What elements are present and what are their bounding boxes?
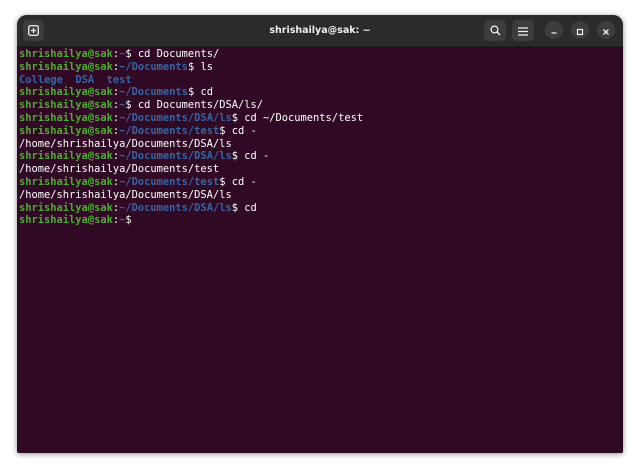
- close-icon: [602, 21, 610, 40]
- prompt-line: shrishailya@sak:~/Documents/DSA/ls$ cd: [19, 202, 621, 215]
- command-text: ls: [200, 60, 213, 73]
- command-text: cd Documents/: [137, 48, 220, 60]
- minimize-button[interactable]: [545, 21, 563, 39]
- prompt-user: shrishailya@sak: [19, 214, 113, 227]
- prompt-path: ~/Documents/DSA/ls: [119, 111, 232, 124]
- prompt-path: ~/Documents: [119, 86, 188, 99]
- command-text: cd: [244, 201, 257, 214]
- prompt-symbol: $: [231, 201, 245, 214]
- prompt-path: ~/Documents/test: [119, 124, 220, 137]
- title-bar: shrishailya@sak: ~: [17, 15, 623, 47]
- prompt-symbol: $: [125, 48, 138, 60]
- prompt-line: shrishailya@sak:~$ cd Documents/: [19, 48, 621, 61]
- output-line: /home/shrishailya/Documents/DSA/ls: [19, 188, 232, 201]
- prompt-line: shrishailya@sak:~/Documents/DSA/ls$ cd -: [19, 150, 621, 163]
- prompt-user: shrishailya@sak: [19, 150, 113, 163]
- prompt-symbol: $: [219, 124, 232, 137]
- prompt-line: shrishailya@sak:~$ cd Documents/DSA/ls/: [19, 99, 621, 112]
- directory-entry: test: [106, 73, 132, 86]
- prompt-user: shrishailya@sak: [19, 60, 113, 73]
- prompt-path: ~/Documents: [119, 60, 188, 73]
- prompt-line: shrishailya@sak:~/Documents/test$ cd -: [19, 125, 621, 138]
- prompt-user: shrishailya@sak: [19, 201, 113, 214]
- close-button[interactable]: [597, 21, 615, 39]
- output-line: /home/shrishailya/Documents/test: [19, 163, 220, 176]
- prompt-symbol: $: [219, 175, 232, 188]
- minimize-icon: [550, 21, 558, 40]
- prompt-symbol: $: [125, 214, 138, 227]
- prompt-user: shrishailya@sak: [19, 175, 113, 188]
- terminal-output[interactable]: shrishailya@sak:~$ cd Documents/shrishai…: [17, 47, 623, 453]
- scrollbar-track[interactable]: [620, 47, 623, 453]
- terminal-window: shrishailya@sak: ~ shrishailya@sak:~$ cd…: [17, 15, 623, 453]
- command-text: cd Documents/DSA/ls/: [137, 99, 264, 112]
- prompt-line: shrishailya@sak:~/Documents$ cd: [19, 86, 621, 99]
- prompt-symbol: $: [187, 86, 201, 99]
- maximize-button[interactable]: [571, 21, 589, 39]
- hamburger-menu-icon: [518, 21, 528, 40]
- prompt-symbol: $: [231, 111, 245, 124]
- command-text: cd -: [231, 124, 257, 137]
- directory-entry: College: [19, 73, 63, 86]
- command-text: cd: [200, 86, 213, 99]
- prompt-user: shrishailya@sak: [19, 48, 113, 60]
- output-line: /home/shrishailya/Documents/DSA/ls: [19, 137, 232, 150]
- command-text: cd -: [231, 175, 257, 188]
- directory-entry: DSA: [75, 73, 95, 86]
- prompt-symbol: $: [231, 150, 245, 163]
- command-text: cd ~/Documents/test: [244, 111, 364, 124]
- prompt-user: shrishailya@sak: [19, 99, 113, 112]
- prompt-line: shrishailya@sak:~$: [19, 214, 621, 227]
- command-text: cd -: [244, 150, 270, 163]
- menu-button[interactable]: [512, 20, 534, 41]
- prompt-line: shrishailya@sak:~/Documents/test$ cd -: [19, 176, 621, 189]
- search-button[interactable]: [484, 20, 506, 41]
- prompt-path: ~/Documents/test: [119, 175, 220, 188]
- prompt-user: shrishailya@sak: [19, 124, 113, 137]
- prompt-symbol: $: [125, 99, 138, 112]
- prompt-path: ~/Documents/DSA/ls: [119, 150, 232, 163]
- prompt-path: ~/Documents/DSA/ls: [119, 201, 232, 214]
- search-icon: [489, 21, 501, 40]
- prompt-user: shrishailya@sak: [19, 86, 113, 99]
- ls-output-line: College DSA test: [19, 74, 621, 87]
- prompt-symbol: $: [187, 60, 201, 73]
- prompt-line: shrishailya@sak:~/Documents$ ls: [19, 61, 621, 74]
- prompt-line: shrishailya@sak:~/Documents/DSA/ls$ cd ~…: [19, 112, 621, 125]
- maximize-icon: [576, 21, 584, 40]
- prompt-user: shrishailya@sak: [19, 111, 113, 124]
